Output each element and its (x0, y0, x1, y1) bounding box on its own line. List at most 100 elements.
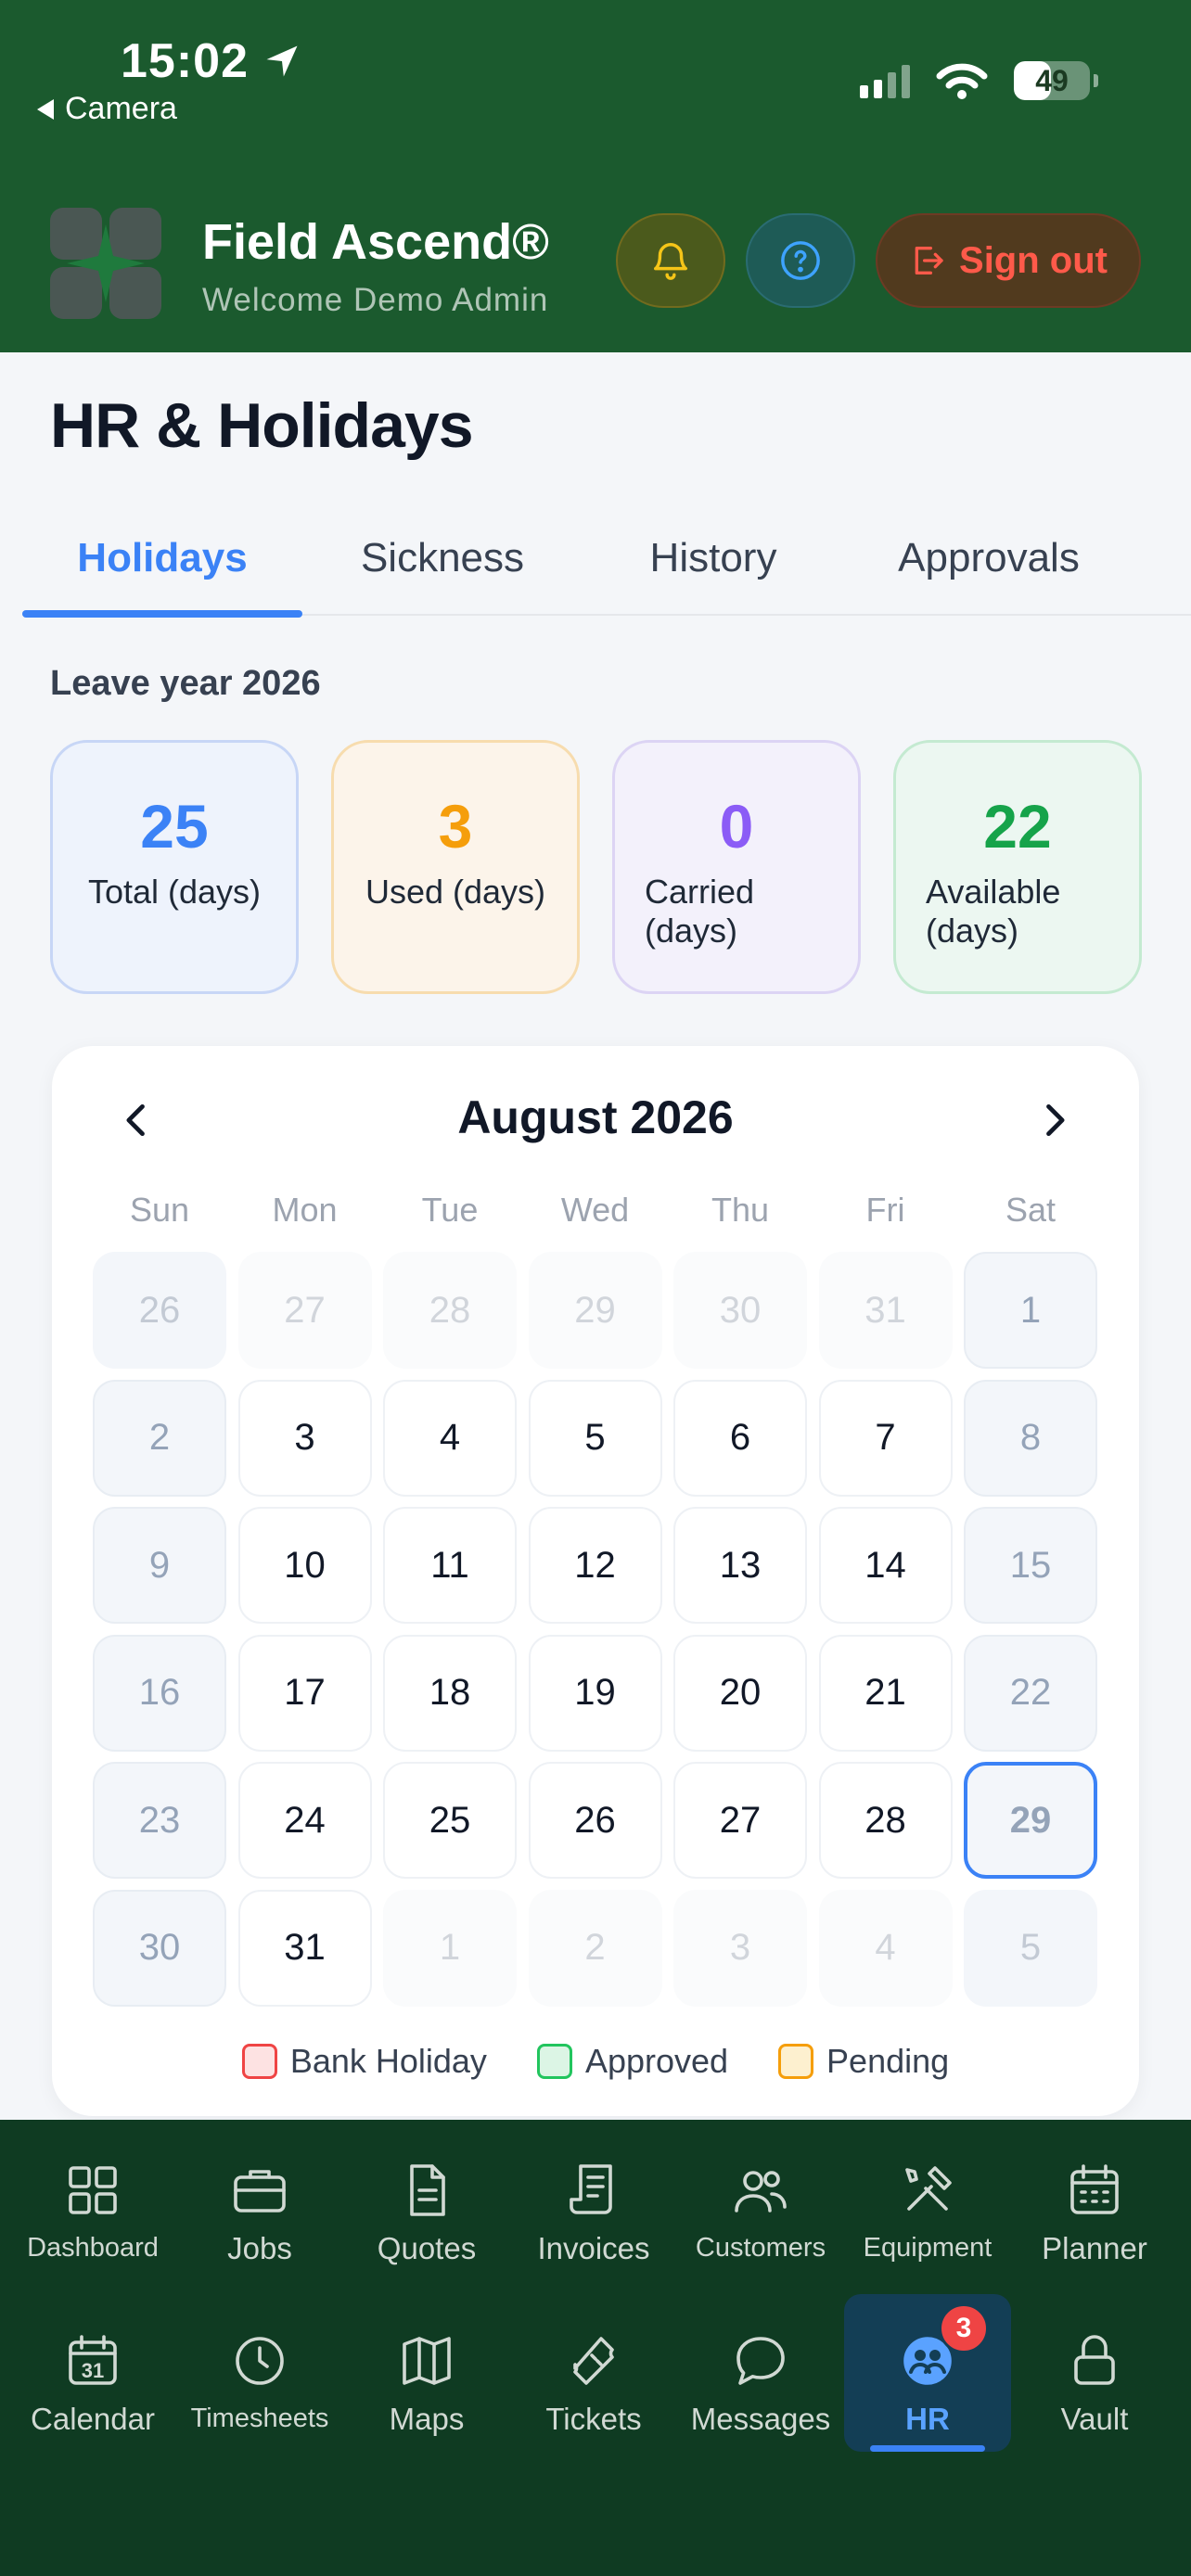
calendar-day[interactable]: 2 (93, 1379, 226, 1497)
back-triangle-icon (37, 98, 54, 120)
calendar-day[interactable]: 9 (93, 1507, 226, 1624)
weekday-header-thu: Thu (711, 1191, 770, 1229)
back-label: Camera (65, 91, 177, 126)
calendar-day[interactable]: 30 (93, 1889, 226, 2007)
legend-label: Pending (826, 2042, 950, 2080)
nav-item-equipment[interactable]: Equipment (844, 2123, 1011, 2281)
calendar-card: August 2026 Sun Mon Tue Wed Thu Fri Sat 26 27 28… (52, 1046, 1139, 2116)
nav-label: HR (905, 2402, 950, 2436)
nav-item-timesheets[interactable]: Timesheets (176, 2294, 343, 2452)
calendar-day[interactable]: 12 (528, 1507, 662, 1624)
calendar-day[interactable]: 23 (93, 1762, 226, 1879)
nav-item-planner[interactable]: Planner (1011, 2123, 1178, 2281)
nav-item-calendar[interactable]: 31 Calendar (9, 2294, 176, 2452)
sign-out-label: Sign out (959, 239, 1108, 281)
nav-label: Equipment (863, 2233, 992, 2263)
calendar-day[interactable]: 14 (818, 1507, 953, 1624)
battery-percent: 49 (1035, 63, 1069, 97)
calendar-day[interactable]: 5 (528, 1379, 662, 1497)
legend-item: Pending (778, 2042, 949, 2081)
weekday-header-wed: Wed (560, 1191, 630, 1229)
nav-item-quotes[interactable]: Quotes (343, 2123, 510, 2281)
document-icon (410, 2164, 445, 2216)
calendar-day[interactable]: 6 (673, 1379, 807, 1497)
nav-item-vault[interactable]: Vault (1011, 2294, 1178, 2452)
stat-carried-value: 0 (719, 792, 754, 861)
calendar-day[interactable]: 31 (237, 1889, 372, 2007)
briefcase-icon (234, 2170, 286, 2213)
nav-label: Tickets (545, 2402, 642, 2436)
calendar-day[interactable]: 18 (383, 1634, 517, 1752)
calendar-day[interactable]: 4 (383, 1379, 517, 1497)
map-icon (403, 2337, 451, 2385)
weekday-header-tue: Tue (421, 1191, 479, 1229)
receipt-icon (570, 2164, 612, 2214)
brand-name: Field Ascend® (202, 214, 549, 270)
calendar-day[interactable]: 17 (237, 1634, 372, 1752)
ticket-icon (573, 2337, 614, 2385)
calendar-day-today[interactable]: 29 (964, 1762, 1097, 1879)
calendar-day[interactable]: 8 (964, 1379, 1097, 1497)
calendar-day[interactable]: 3 (237, 1379, 372, 1497)
calendar-day-outside: 26 (93, 1252, 226, 1369)
calendar-day-outside: 4 (818, 1889, 953, 2007)
back-to-camera[interactable]: Camera (37, 91, 177, 127)
calendar-day-outside: 29 (528, 1252, 662, 1369)
calendar-day[interactable]: 25 (383, 1762, 517, 1879)
leave-year-label: Leave year 2026 (50, 664, 321, 703)
calendar-day[interactable]: 10 (237, 1507, 372, 1624)
calendar-day[interactable]: 20 (673, 1634, 807, 1752)
calendar-day-outside: 31 (818, 1252, 953, 1369)
nav-item-invoices[interactable]: Invoices (510, 2123, 677, 2281)
weekday-header-fri: Fri (865, 1191, 905, 1229)
calendar-day[interactable]: 16 (93, 1634, 226, 1752)
tab-approvals[interactable]: Approvals (844, 501, 1133, 616)
stat-available-label: Available (days) (926, 873, 1061, 950)
calendar-day[interactable]: 7 (818, 1379, 953, 1497)
nav-label: Calendar (31, 2402, 155, 2436)
calendar-day[interactable]: 28 (818, 1762, 953, 1879)
next-month-button[interactable] (1017, 1083, 1091, 1157)
stat-used-value: 3 (438, 792, 473, 861)
nav-item-dashboard[interactable]: Dashboard (9, 2123, 176, 2281)
calendar-icon: 31 (69, 2335, 117, 2385)
tab-sickness[interactable]: Sickness (302, 501, 583, 616)
legend-item: Approved (536, 2042, 729, 2081)
nav-item-tickets[interactable]: Tickets (510, 2294, 677, 2452)
page-title: HR & Holidays (50, 390, 474, 461)
calendar-day[interactable]: 27 (673, 1762, 807, 1879)
calendar-day[interactable]: 22 (964, 1634, 1097, 1752)
calendar-day[interactable]: 24 (237, 1762, 372, 1879)
nav-item-jobs[interactable]: Jobs (176, 2123, 343, 2281)
calendar-month-title: August 2026 (457, 1091, 734, 1143)
notifications-button[interactable] (616, 213, 725, 308)
calendar-day[interactable]: 21 (818, 1634, 953, 1752)
sign-out-button[interactable]: Sign out (876, 213, 1141, 308)
field-ascend-logo (50, 208, 161, 319)
notification-badge: 3 (939, 2303, 989, 2353)
nav-item-messages[interactable]: Messages (677, 2294, 844, 2452)
calendar-day[interactable]: 19 (528, 1634, 662, 1752)
bell-icon (653, 243, 688, 280)
calendar-day[interactable]: 26 (528, 1762, 662, 1879)
tab-holidays[interactable]: Holidays (22, 501, 302, 618)
nav-item-customers[interactable]: Customers (677, 2123, 844, 2281)
calendar-day[interactable]: 15 (964, 1507, 1097, 1624)
stat-carried-label: Carried (days) (645, 873, 755, 950)
nav-label: Customers (695, 2233, 826, 2263)
wifi-icon (936, 61, 988, 100)
welcome-text: Welcome Demo Admin (202, 282, 549, 318)
tab-bar: Holidays Sickness History Approvals (22, 501, 1191, 618)
legend-label: Approved (584, 2042, 729, 2080)
calendar-day[interactable]: 1 (964, 1252, 1097, 1369)
tab-history[interactable]: History (583, 501, 844, 616)
calendar-day[interactable]: 13 (673, 1507, 807, 1624)
stat-total-label: Total (days) (87, 873, 262, 911)
help-button[interactable] (746, 213, 855, 308)
nav-item-maps[interactable]: Maps (343, 2294, 510, 2452)
help-circle-icon (781, 241, 820, 280)
nav-item-hr[interactable]: HR 3 (844, 2294, 1011, 2452)
calendar-day-outside: 3 (673, 1889, 807, 2007)
calendar-day[interactable]: 11 (383, 1507, 517, 1624)
chevron-right-icon (1046, 1103, 1065, 1137)
